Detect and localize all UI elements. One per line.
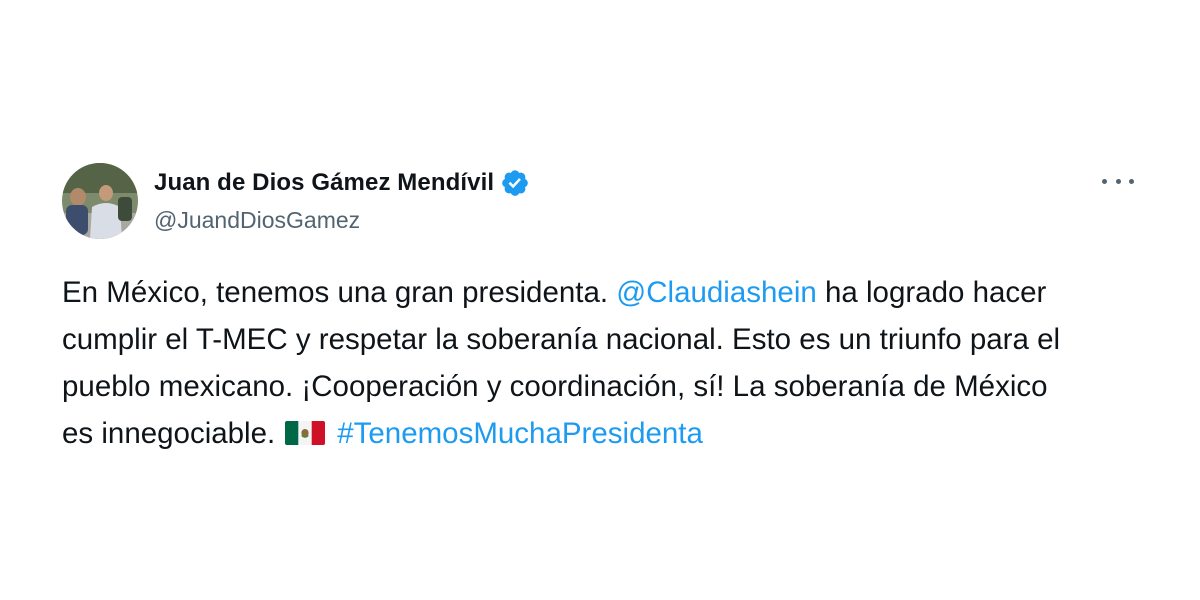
tweet-line-3: pueblo mexicano. ¡Cooperación y coordina… [62, 370, 1048, 403]
more-options-icon[interactable] [1100, 166, 1136, 196]
hashtag-link[interactable]: #TenemosMuchaPresidenta [337, 417, 703, 450]
tweet-line-1: En México, tenemos una gran presidenta. … [62, 269, 1152, 316]
mention-link[interactable]: @Claudiashein [616, 276, 817, 309]
tweet-text-segment: En México, tenemos una gran presidenta. [62, 276, 617, 309]
author-handle[interactable]: @JuandDiosGamez [154, 207, 360, 234]
tweet-line-2: cumplir el T-MEC y respetar la soberanía… [62, 323, 1061, 356]
more-dot-3 [1129, 178, 1134, 184]
tweet-card: Juan de Dios Gámez Mendívil @JuandDiosGa… [0, 0, 1200, 600]
tweet-text-segment: es innegociable. [62, 417, 276, 450]
verified-badge-icon [500, 168, 530, 198]
profile-photo-icon [62, 163, 138, 239]
author-avatar[interactable] [62, 163, 138, 239]
more-dot-1 [1102, 178, 1107, 184]
author-display-name[interactable]: Juan de Dios Gámez Mendívil [154, 169, 494, 197]
author-name-row: Juan de Dios Gámez Mendívil [154, 167, 530, 199]
tweet-line-4: es innegociable. #TenemosMuchaPresidenta [62, 410, 1152, 457]
more-dot-2 [1115, 178, 1121, 184]
mexico-flag-icon [285, 419, 326, 447]
tweet-text-segment: ha logrado hacer [816, 276, 1047, 309]
tweet-text: En México, tenemos una gran presidenta. … [62, 269, 1152, 457]
